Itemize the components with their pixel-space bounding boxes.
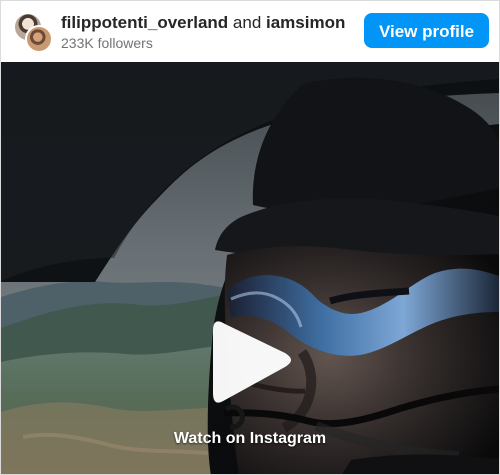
play-icon[interactable]	[213, 319, 291, 405]
watch-on-instagram-link[interactable]: Watch on Instagram	[1, 427, 499, 451]
avatar-secondary[interactable]	[25, 25, 53, 53]
view-profile-button[interactable]: View profile	[364, 13, 489, 48]
video-preview[interactable]: Watch on Instagram	[1, 62, 499, 474]
username-link-secondary[interactable]: iamsimon	[266, 13, 345, 32]
joiner-text: and	[228, 13, 266, 32]
username-link-primary[interactable]: filippotenti_overland	[61, 13, 228, 32]
collaborators-line: filippotenti_overland and iamsimon	[61, 13, 351, 33]
embed-header: filippotenti_overland and iamsimon 233K …	[1, 1, 499, 62]
instagram-embed: filippotenti_overland and iamsimon 233K …	[0, 0, 500, 475]
followers-count: 233K followers	[61, 35, 153, 51]
account-info: filippotenti_overland and iamsimon 233K …	[61, 13, 351, 52]
profile-avatars[interactable]	[11, 12, 53, 54]
video-thumbnail	[1, 62, 499, 474]
